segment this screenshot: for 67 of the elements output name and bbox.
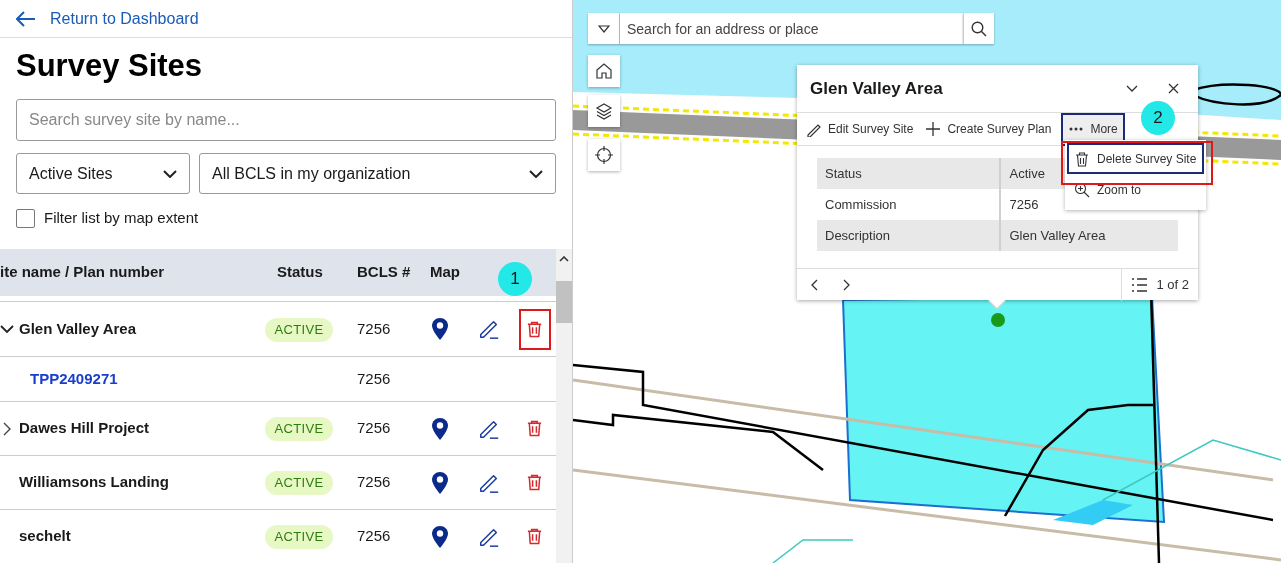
crosshair-icon [595, 146, 613, 164]
map-pin-icon[interactable] [431, 524, 449, 549]
checkbox-label: Filter list by map extent [44, 207, 199, 228]
layers-icon [595, 102, 613, 120]
address-search-field[interactable]: Search for an address or place [620, 13, 963, 44]
trash-icon [526, 319, 543, 339]
attribute-label: Description [817, 220, 999, 251]
trash-icon [526, 473, 543, 492]
pager-count: 1 of 2 [1156, 275, 1189, 294]
action-button[interactable]: Create Survey Plan [923, 112, 1054, 146]
search-field[interactable]: Search survey site by name... [16, 99, 556, 141]
popup-title: Glen Valley Area [810, 77, 944, 100]
page-title: Survey Sites [15, 47, 204, 85]
attribute-value: Glen Valley Area [998, 220, 1178, 251]
scrollbar-thumb[interactable] [556, 281, 572, 323]
column-header: ite name / Plan number [0, 262, 166, 283]
home-button[interactable] [588, 55, 620, 87]
status-badge: ACTIVE [265, 417, 333, 441]
map-pin-icon[interactable] [431, 470, 449, 495]
table-cell-text: 7256 [356, 418, 392, 439]
chevron-down-icon[interactable] [0, 322, 14, 336]
arrow-left-icon [16, 10, 36, 27]
locate-button[interactable] [588, 139, 620, 171]
map-pin-icon[interactable] [431, 416, 449, 441]
site-name: Williamsons Landing [19, 472, 169, 493]
layers-button[interactable] [588, 95, 620, 127]
trash-icon [526, 419, 543, 438]
pencil-icon[interactable] [478, 318, 500, 340]
table-cell-text: 7256 [356, 472, 392, 493]
caret-icon [597, 24, 610, 33]
action-button[interactable]: Edit Survey Site [804, 112, 916, 146]
site-name: sechelt [19, 526, 71, 547]
table-cell-text: 7256 [356, 368, 392, 389]
search-button[interactable] [963, 13, 994, 44]
column-header: Map [429, 262, 461, 283]
trash-icon [1074, 150, 1090, 167]
filter-dropdown[interactable]: All BCLS in my organization [199, 153, 556, 194]
delete-button[interactable] [518, 308, 551, 350]
next-icon[interactable] [843, 278, 851, 291]
scroll-up-icon[interactable] [559, 256, 569, 262]
plan-link[interactable]: TPP2409271 [30, 370, 118, 387]
checkbox[interactable] [16, 208, 35, 228]
table-cell-text: 7256 [356, 526, 392, 547]
search-icon [971, 20, 987, 37]
attribute-label: Status [817, 158, 999, 189]
back-link[interactable]: Return to Dashboard [16, 6, 199, 31]
map-pin-icon[interactable] [431, 317, 449, 341]
search-source-dropdown[interactable] [588, 13, 620, 44]
scrollbar[interactable] [556, 249, 572, 563]
previous-icon[interactable] [810, 278, 818, 291]
status-badge: ACTIVE [265, 525, 333, 549]
column-header: BCLS # [356, 262, 412, 283]
collapse-icon[interactable] [1126, 84, 1138, 93]
site-name: Glen Valley Area [19, 318, 136, 339]
column-header: Status [276, 262, 324, 283]
plus-icon [925, 121, 942, 137]
table-cell-text: 7256 [356, 318, 392, 339]
chevron-down-icon [163, 169, 177, 178]
trash-icon [526, 527, 543, 546]
close-icon[interactable] [1168, 83, 1179, 94]
status-badge: ACTIVE [265, 317, 333, 342]
home-icon [595, 62, 613, 80]
status-badge: ACTIVE [265, 471, 333, 495]
site-name: Dawes Hill Project [19, 418, 150, 439]
chevron-down-icon [529, 169, 543, 178]
list-icon[interactable] [1131, 276, 1149, 293]
filter-dropdown[interactable]: Active Sites [16, 153, 190, 194]
